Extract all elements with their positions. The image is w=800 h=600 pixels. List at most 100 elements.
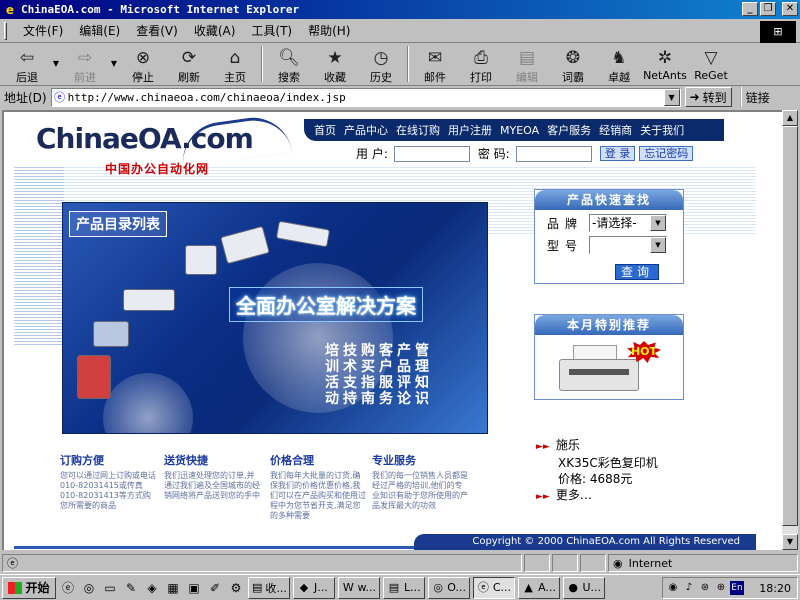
app3-quicklaunch-icon[interactable]: ▣ [185, 579, 203, 597]
catalog-title[interactable]: 产品目录列表 [69, 211, 167, 237]
search-submit-button[interactable]: 查询 [615, 264, 659, 280]
stop-icon: ⊗ [135, 48, 151, 68]
clock[interactable]: 18:20 [759, 582, 791, 595]
app5-quicklaunch-icon[interactable]: ⚙ [227, 579, 245, 597]
task-item[interactable]: ◆ J... [293, 576, 335, 599]
nav-register[interactable]: 用户注册 [448, 122, 492, 138]
address-dropdown-button[interactable]: ▼ [663, 88, 680, 106]
language-indicator[interactable]: En [730, 581, 744, 595]
promo-product: ►► 施乐 XK35C彩色复印机 价格: 4688元 ►► 更多… [536, 437, 658, 505]
nav-products[interactable]: 产品中心 [344, 122, 388, 138]
refresh-icon: ⟳ [181, 48, 197, 68]
model-select[interactable]: ▼ [589, 236, 667, 254]
home-button[interactable]: ⌂ 主页 [212, 44, 258, 84]
product-image[interactable] [559, 343, 639, 393]
menu-view[interactable]: 查看(V) [128, 22, 186, 39]
quick-search-title: 产品快速查找 [535, 190, 683, 210]
nav-about[interactable]: 关于我们 [640, 122, 684, 138]
app4-quicklaunch-icon[interactable]: ✐ [206, 579, 224, 597]
main-banner[interactable]: 产品目录列表 全面办公室解决方案 培技购客产管 训术买户品理 活支指服评知 动持… [62, 202, 488, 434]
forward-dropdown[interactable]: ▼ [108, 44, 120, 84]
nav-myeoa[interactable]: MYEOA [500, 124, 539, 137]
zhuoyue-icon: ♞ [611, 48, 627, 68]
login-button[interactable]: 登 录 [599, 146, 636, 161]
ie-quicklaunch-icon[interactable]: ⓔ [59, 579, 77, 597]
scroll-up-button[interactable]: ▲ [782, 110, 798, 126]
nav-dealers[interactable]: 经销商 [599, 122, 632, 138]
desktop-quicklaunch-icon[interactable]: ▭ [101, 579, 119, 597]
scroll-thumb[interactable] [782, 126, 798, 526]
site-logo[interactable]: ChinaeOA.com 中国办公自动化网 [30, 112, 293, 180]
address-bar: 地址(D) ⓔ http://www.chinaeoa.com/chinaeoa… [0, 86, 800, 108]
favorites-button[interactable]: ★ 收藏 [312, 44, 358, 84]
menu-file[interactable]: 文件(F) [15, 22, 71, 39]
refresh-button[interactable]: ⟳ 刷新 [166, 44, 212, 84]
minimize-button[interactable]: _ [742, 2, 758, 16]
tray-app-icon[interactable]: ⊕ [714, 581, 728, 595]
username-input[interactable] [393, 145, 470, 162]
network-icon[interactable]: ◉ [666, 581, 680, 595]
logo-text: ChinaeOA.com [36, 122, 254, 155]
print-button[interactable]: ⎙ 打印 [458, 44, 504, 84]
more-link[interactable]: 更多… [556, 488, 592, 502]
menu-help[interactable]: 帮助(H) [300, 22, 358, 39]
brand-select[interactable]: -请选择- ▼ [589, 214, 667, 232]
app2-quicklaunch-icon[interactable]: ▦ [164, 579, 182, 597]
task-item[interactable]: ▤ 收... [248, 576, 290, 599]
vertical-scrollbar[interactable]: ▲ ▼ [782, 110, 798, 550]
links-button[interactable]: 链接 [739, 87, 770, 107]
chevron-down-icon[interactable]: ▼ [650, 237, 666, 253]
title-bar: e ChinaEOA.com - Microsoft Internet Expl… [0, 0, 800, 19]
dictionary-button[interactable]: ❂ 词霸 [550, 44, 596, 84]
back-button[interactable]: ⇦ 后退 [4, 44, 50, 84]
back-dropdown[interactable]: ▼ [50, 44, 62, 84]
supplies-image [93, 321, 129, 347]
stop-button[interactable]: ⊗ 停止 [120, 44, 166, 84]
nav-service[interactable]: 客户服务 [547, 122, 591, 138]
nav-home[interactable]: 首页 [314, 122, 336, 138]
menu-tools[interactable]: 工具(T) [243, 22, 300, 39]
menubar-grip[interactable] [4, 21, 7, 40]
search-button[interactable]: 🔍︎ 搜索 [266, 44, 312, 84]
monthly-recommend-box: 本月特别推荐 HOT [534, 314, 684, 400]
close-button[interactable]: ✕ [782, 2, 798, 16]
menu-favorites[interactable]: 收藏(A) [186, 22, 244, 39]
reget-button[interactable]: ▽ ReGet [688, 44, 734, 84]
history-icon: ◷ [373, 48, 389, 68]
nav-order[interactable]: 在线订购 [396, 122, 440, 138]
ie-icon: ⓔ [477, 580, 489, 594]
go-button[interactable]: ➜ 转到 [684, 87, 732, 107]
address-url[interactable]: http://www.chinaeoa.com/chinaeoa/index.j… [68, 91, 346, 104]
task-item[interactable]: ▲ A... [518, 576, 560, 599]
task-item[interactable]: ◎ O... [428, 576, 470, 599]
address-input[interactable]: ⓔ http://www.chinaeoa.com/chinaeoa/index… [50, 87, 681, 107]
history-button[interactable]: ◷ 历史 [358, 44, 404, 84]
task-item[interactable]: ● U... [563, 576, 605, 599]
app-quicklaunch-icon[interactable]: ◈ [143, 579, 161, 597]
scroll-down-button[interactable]: ▼ [782, 534, 798, 550]
fax-image [123, 289, 175, 311]
antivirus-icon[interactable]: ⊛ [698, 581, 712, 595]
outlook-quicklaunch-icon[interactable]: ◎ [80, 579, 98, 597]
mail-button[interactable]: ✉ 邮件 [412, 44, 458, 84]
start-button[interactable]: 开始 [2, 576, 56, 599]
promo-model[interactable]: XK35C彩色复印机 [536, 455, 658, 471]
menu-edit[interactable]: 编辑(E) [71, 22, 128, 39]
zhuoyue-button[interactable]: ♞ 卓越 [596, 44, 642, 84]
copier-image [220, 225, 270, 265]
tool-quicklaunch-icon[interactable]: ✎ [122, 579, 140, 597]
forgot-password-button[interactable]: 忘记密码 [639, 146, 694, 161]
netants-button[interactable]: ✲ NetAnts [642, 44, 688, 84]
task-item[interactable]: ▤ L... [383, 576, 425, 599]
edit-icon: ▤ [518, 48, 536, 68]
task-item-active[interactable]: ⓔ C... [473, 576, 515, 599]
volume-icon[interactable]: ♪ [682, 581, 696, 595]
promo-brand[interactable]: 施乐 [556, 438, 580, 452]
forward-button[interactable]: ⇨ 前进 [62, 44, 108, 84]
password-input[interactable] [515, 145, 592, 162]
chevron-down-icon[interactable]: ▼ [650, 215, 666, 231]
edit-button[interactable]: ▤ 编辑 [504, 44, 550, 84]
task-item[interactable]: Ww... [338, 576, 380, 599]
restore-button[interactable]: ❐ [760, 2, 776, 16]
acrobat-icon: ▲ [524, 580, 533, 594]
